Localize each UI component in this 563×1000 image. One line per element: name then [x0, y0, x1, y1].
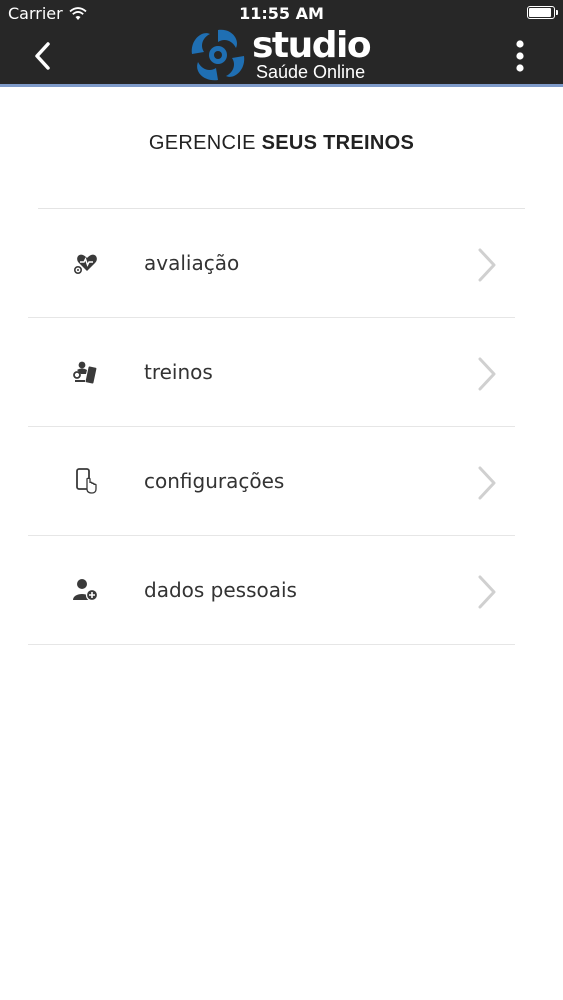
app-screen: Carrier 11:55 AM studio Saúde Online GER… [0, 0, 563, 1000]
heart-stethoscope-icon [72, 249, 100, 277]
chevron-right-icon [478, 575, 496, 609]
more-vertical-icon [516, 40, 524, 72]
page-heading: GERENCIE SEUS TREINOS [0, 132, 563, 155]
menu-item-dados-pessoais[interactable]: dados pessoais [28, 536, 515, 645]
heading-light: GERENCIE [148, 132, 262, 154]
header-accent-line [0, 84, 563, 87]
chevron-left-icon [35, 42, 50, 70]
chevron-right-icon [478, 357, 496, 391]
heading-bold: SEUS TREINOS [261, 132, 415, 154]
mobile-touch-icon [72, 467, 100, 495]
menu-item-label: avaliação [144, 251, 240, 275]
status-time: 11:55 AM [239, 4, 324, 23]
battery-fill [529, 8, 551, 17]
menu-item-label: treinos [144, 360, 213, 384]
weightlifting-icon [72, 358, 100, 386]
add-user-icon [72, 576, 100, 604]
chevron-right-icon [478, 248, 496, 282]
menu-item-treinos[interactable]: treinos [28, 318, 515, 427]
menu-item-label: dados pessoais [144, 578, 297, 602]
studio-logo: studio Saúde Online [188, 25, 382, 84]
menu-item-label: configurações [144, 469, 285, 493]
chevron-right-icon [478, 466, 496, 500]
menu-item-avaliacao[interactable]: avaliação [28, 209, 515, 318]
logo-sub-text: Saúde Online [256, 62, 366, 82]
menu-item-configuracoes[interactable]: configurações [28, 427, 515, 536]
back-button[interactable] [24, 34, 60, 78]
more-menu-button[interactable] [505, 36, 535, 76]
logo-text: studio Saúde Online [252, 25, 382, 84]
top-bar: Carrier 11:55 AM studio Saúde Online [0, 0, 563, 84]
swirl-logo-icon [191, 29, 245, 81]
battery-icon [527, 6, 558, 19]
options-list: avaliação treinos configurações dados pe… [28, 209, 515, 645]
